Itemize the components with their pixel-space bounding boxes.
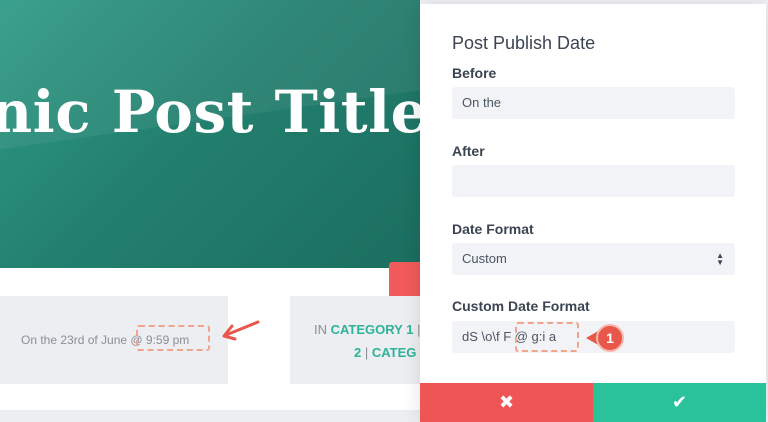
- pointer-arrow-icon: [222, 320, 260, 341]
- after-label: After: [452, 143, 485, 159]
- before-input[interactable]: On the: [452, 87, 735, 119]
- date-format-value: Custom: [462, 251, 507, 266]
- time-highlight: [136, 325, 210, 351]
- format-highlight: [515, 322, 579, 352]
- categories-line-2: 2 | CATEG: [354, 345, 416, 360]
- date-format-select[interactable]: Custom ▲ ▼: [452, 243, 735, 275]
- category-link-3[interactable]: CATEG: [372, 345, 417, 360]
- panel-title: Post Publish Date: [452, 33, 596, 53]
- after-input[interactable]: [452, 165, 735, 197]
- confirm-button[interactable]: ✔: [593, 383, 766, 422]
- before-label: Before: [452, 65, 497, 81]
- settings-panel: Post Publish Date Before On the After Da…: [420, 4, 766, 422]
- page-footer-strip: [0, 410, 420, 422]
- categories-prefix: IN: [314, 322, 331, 337]
- custom-date-format-label: Custom Date Format: [452, 298, 590, 314]
- category-separator: |: [361, 345, 372, 360]
- category-link-1[interactable]: CATEGORY 1: [331, 322, 414, 337]
- check-icon: ✔: [671, 392, 688, 412]
- annotation-badge-icon: 1: [586, 324, 624, 352]
- cancel-button[interactable]: ✖: [420, 383, 593, 422]
- post-categories-box: [290, 296, 420, 384]
- post-hero: nic Post Title W: [0, 0, 420, 268]
- annotation-number: 1: [606, 330, 614, 346]
- close-icon: ✖: [498, 392, 515, 412]
- post-title: nic Post Title W: [0, 78, 420, 146]
- categories-line-1: IN CATEGORY 1 |: [314, 322, 420, 337]
- select-arrows-icon: ▲ ▼: [716, 251, 724, 267]
- date-format-label: Date Format: [452, 221, 534, 237]
